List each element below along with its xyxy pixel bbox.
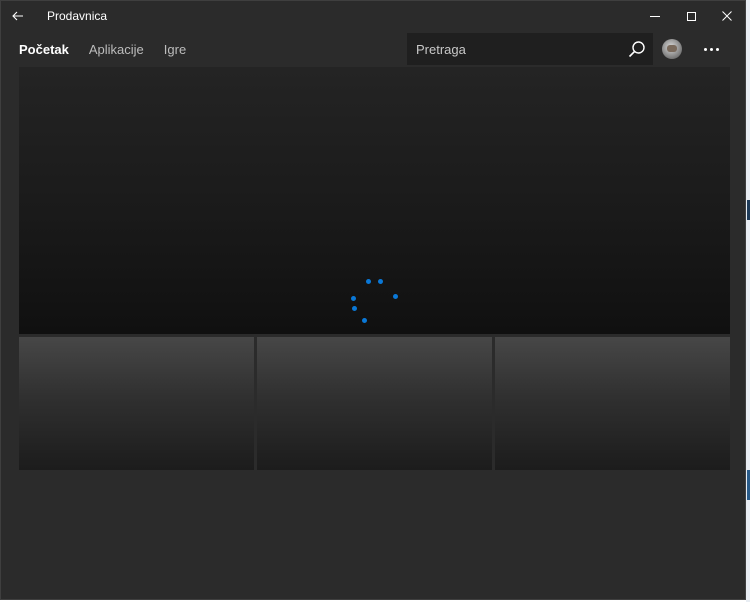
tab-igre[interactable]: Igre xyxy=(164,42,186,57)
desktop-edge xyxy=(746,0,750,602)
tab-aplikacije[interactable]: Aplikacije xyxy=(89,42,144,57)
back-arrow-icon xyxy=(12,11,23,21)
spinner-dot xyxy=(351,296,356,301)
ellipsis-dot xyxy=(703,47,707,51)
search-icon xyxy=(628,41,645,58)
featured-tiles xyxy=(19,337,730,470)
maximize-icon xyxy=(686,11,696,21)
close-button[interactable] xyxy=(709,1,745,31)
minimize-icon xyxy=(650,15,660,17)
spinner-dot xyxy=(393,294,398,299)
ellipsis-dot xyxy=(715,47,719,51)
maximize-button[interactable] xyxy=(673,1,709,31)
search-box xyxy=(407,33,653,65)
avatar-face xyxy=(667,45,677,52)
featured-tile[interactable] xyxy=(495,337,730,470)
window-controls xyxy=(637,1,745,31)
user-avatar-icon[interactable] xyxy=(662,39,682,59)
tab-pocetak[interactable]: Početak xyxy=(19,42,69,57)
close-icon xyxy=(722,11,732,21)
store-window: Prodavnica Početak Aplikacije Igre xyxy=(0,0,746,600)
title-bar: Prodavnica xyxy=(1,1,745,31)
spinner-dot xyxy=(378,279,383,284)
more-ellipsis-icon[interactable] xyxy=(696,37,726,61)
ellipsis-dot xyxy=(709,47,713,51)
spinner-dot xyxy=(362,318,367,323)
minimize-button[interactable] xyxy=(637,1,673,31)
nav-tabs: Početak Aplikacije Igre xyxy=(19,42,186,57)
back-button[interactable] xyxy=(1,1,35,31)
hero-banner[interactable] xyxy=(19,67,730,334)
search-input[interactable] xyxy=(407,33,621,65)
spinner-dot xyxy=(352,306,357,311)
search-button[interactable] xyxy=(621,33,653,65)
app-title: Prodavnica xyxy=(47,9,108,23)
loading-spinner-icon xyxy=(19,67,730,334)
featured-tile[interactable] xyxy=(257,337,492,470)
featured-tile[interactable] xyxy=(19,337,254,470)
spinner-dot xyxy=(366,279,371,284)
nav-bar: Početak Aplikacije Igre xyxy=(1,31,745,67)
